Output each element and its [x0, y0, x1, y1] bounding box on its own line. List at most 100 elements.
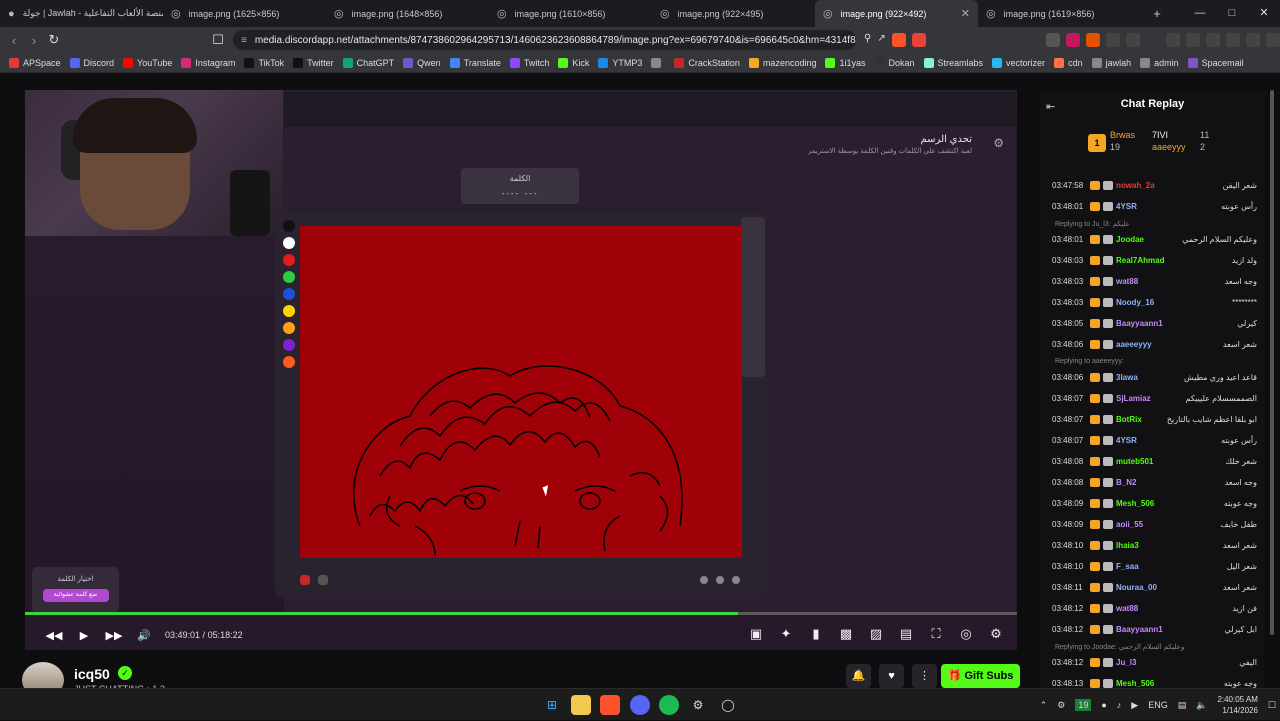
extension-icon[interactable]	[1126, 33, 1140, 47]
brave-shield-icon[interactable]	[891, 33, 906, 47]
message-username[interactable]: Noody_16	[1116, 298, 1154, 307]
bookmark-item[interactable]: TikTok	[244, 57, 284, 68]
bookmark-item[interactable]: admin	[1140, 57, 1179, 68]
bookmark-item[interactable]: vectorizer	[992, 57, 1045, 68]
bookmark-item[interactable]: Streamlabs	[923, 57, 983, 68]
message-username[interactable]: Ju_l3	[1116, 658, 1136, 667]
leo-icon[interactable]	[1226, 33, 1240, 47]
bookmark-item[interactable]: 1i1yas	[825, 57, 866, 68]
color-swatch[interactable]	[283, 271, 295, 283]
tray-app-icon[interactable]: ⚙	[1057, 700, 1065, 711]
top-gifter-1[interactable]: Brwas	[1110, 130, 1135, 140]
color-swatch[interactable]	[283, 220, 295, 232]
message-username[interactable]: muteb501	[1116, 457, 1153, 466]
color-swatch[interactable]	[283, 322, 295, 334]
bookmark-item[interactable]: CrackStation	[674, 57, 740, 68]
message-username[interactable]: wat88	[1116, 277, 1138, 286]
channel-name[interactable]: icq50	[74, 666, 110, 682]
bookmark-item[interactable]: Twitch	[509, 57, 549, 68]
settings-gear-icon[interactable]: ⚙	[985, 626, 1007, 642]
highlight-icon[interactable]: ✦	[775, 626, 797, 642]
browser-tab[interactable]: ◎ image.png (1619×856)	[978, 0, 1141, 27]
bookmark-item[interactable]: Twitter	[293, 57, 334, 68]
message-username[interactable]: 4YSR	[1116, 436, 1137, 445]
app-icon[interactable]: ⚙	[688, 695, 708, 715]
cast-icon[interactable]: ▨	[865, 626, 887, 642]
brush-size-large[interactable]	[732, 576, 740, 584]
message-username[interactable]: Real7Ahmad	[1116, 256, 1164, 265]
discord-icon[interactable]	[630, 695, 650, 715]
network-icon[interactable]: ▤	[1178, 700, 1187, 711]
message-username[interactable]: Joodae	[1116, 235, 1144, 244]
message-username[interactable]: aaeeeyyy	[1116, 340, 1152, 349]
url-field[interactable]: ≡ media.discordapp.net/attachments/87473…	[233, 30, 856, 50]
random-word-button[interactable]: ضع كلمة عشوائية	[42, 589, 109, 602]
follow-heart-icon[interactable]: ♥	[879, 664, 904, 688]
browser-tab[interactable]: ● جولة | Jawlah - منصة الألعاب التفاعلية	[0, 0, 163, 27]
file-explorer-icon[interactable]	[571, 695, 591, 715]
close-tab-icon[interactable]: ✕	[961, 7, 970, 20]
color-swatch[interactable]	[283, 305, 295, 317]
brave-rewards-icon[interactable]	[911, 33, 926, 47]
sidebar-icon[interactable]	[1186, 33, 1200, 47]
color-swatch[interactable]	[283, 356, 295, 368]
bookmark-item[interactable]: ChatGPT	[342, 57, 394, 68]
pip-icon[interactable]: ▩	[835, 626, 857, 642]
profile-icon[interactable]	[1246, 33, 1260, 47]
message-username[interactable]: Baayyaann1	[1116, 319, 1163, 328]
top-gifter-3[interactable]: aaeeyyy	[1152, 142, 1186, 152]
message-username[interactable]: SjLamiaz	[1116, 394, 1151, 403]
bookmark-item[interactable]: Kick	[558, 57, 589, 68]
wallet-icon[interactable]	[1206, 33, 1220, 47]
zoom-icon[interactable]: ⚲	[864, 33, 871, 47]
bookmark-item[interactable]: Spacemail	[1187, 57, 1244, 68]
drawing-canvas[interactable]	[300, 226, 742, 558]
color-swatch[interactable]	[283, 237, 295, 249]
message-username[interactable]: lhaia3	[1116, 541, 1139, 550]
top-gifter-2[interactable]: 7IVI	[1152, 130, 1168, 140]
fullscreen-icon[interactable]: ⛶	[925, 626, 947, 642]
rewind-icon[interactable]: ◀◀	[39, 629, 69, 642]
spotify-icon[interactable]	[659, 695, 679, 715]
bookmark-item[interactable]: cdn	[1054, 57, 1083, 68]
message-username[interactable]: Nouraa_00	[1116, 583, 1157, 592]
volume-icon[interactable]: 🔊	[129, 629, 159, 642]
message-username[interactable]: B_N2	[1116, 478, 1136, 487]
tray-app-icon[interactable]: ▶	[1131, 700, 1138, 711]
bookmark-item[interactable]: APSpace	[9, 57, 61, 68]
message-username[interactable]: Mesh_506	[1116, 499, 1154, 508]
app-icon[interactable]: ◯	[718, 695, 738, 715]
speed-icon[interactable]: ◎	[955, 626, 977, 642]
bookmark-item[interactable]: mazencoding	[748, 57, 816, 68]
theater-icon[interactable]: ▤	[895, 626, 917, 642]
bookmark-item[interactable]: Dokan	[874, 57, 915, 68]
browser-tab[interactable]: ◎ image.png (1648×856)	[326, 0, 489, 27]
site-info-icon[interactable]: ≡	[241, 35, 247, 46]
chat-scrollbar[interactable]	[1270, 90, 1274, 635]
browser-tab[interactable]: ◎ image.png (1610×856)	[489, 0, 652, 27]
maximize-button[interactable]: □	[1216, 0, 1248, 27]
new-tab-button[interactable]: +	[1147, 6, 1167, 21]
extension-icon[interactable]	[1086, 33, 1100, 47]
media-icon[interactable]	[1166, 33, 1180, 47]
brush-size-medium[interactable]	[716, 576, 724, 584]
minimize-button[interactable]: —	[1184, 0, 1216, 27]
clock[interactable]: 2:40:05 AM 1/14/2026	[1217, 694, 1257, 716]
play-icon[interactable]: ▶	[69, 629, 99, 642]
bookmark-item[interactable]: Translate	[449, 57, 501, 68]
settings-icon[interactable]: ⚙	[993, 136, 1004, 150]
back-button[interactable]: ‹	[4, 33, 24, 48]
more-options-icon[interactable]: ⋮	[912, 664, 937, 688]
extension-icon[interactable]	[1066, 33, 1080, 47]
message-username[interactable]: Mesh_506	[1116, 679, 1154, 688]
volume-tray-icon[interactable]: 🔈	[1196, 700, 1207, 711]
clip-icon[interactable]: ▣	[745, 626, 767, 642]
brave-icon[interactable]	[600, 695, 620, 715]
bookmark-item[interactable]: Instagram	[181, 57, 235, 68]
gift-subs-button[interactable]: 🎁 Gift Subs	[941, 664, 1020, 688]
chapters-icon[interactable]: ▮	[805, 626, 827, 642]
browser-tab[interactable]: ◎ image.png (922×492) ✕	[815, 0, 978, 27]
bookmark-item[interactable]: YouTube	[123, 57, 172, 68]
close-window-button[interactable]: ✕	[1248, 0, 1280, 27]
bookmark-item[interactable]: Qwen	[403, 57, 441, 68]
